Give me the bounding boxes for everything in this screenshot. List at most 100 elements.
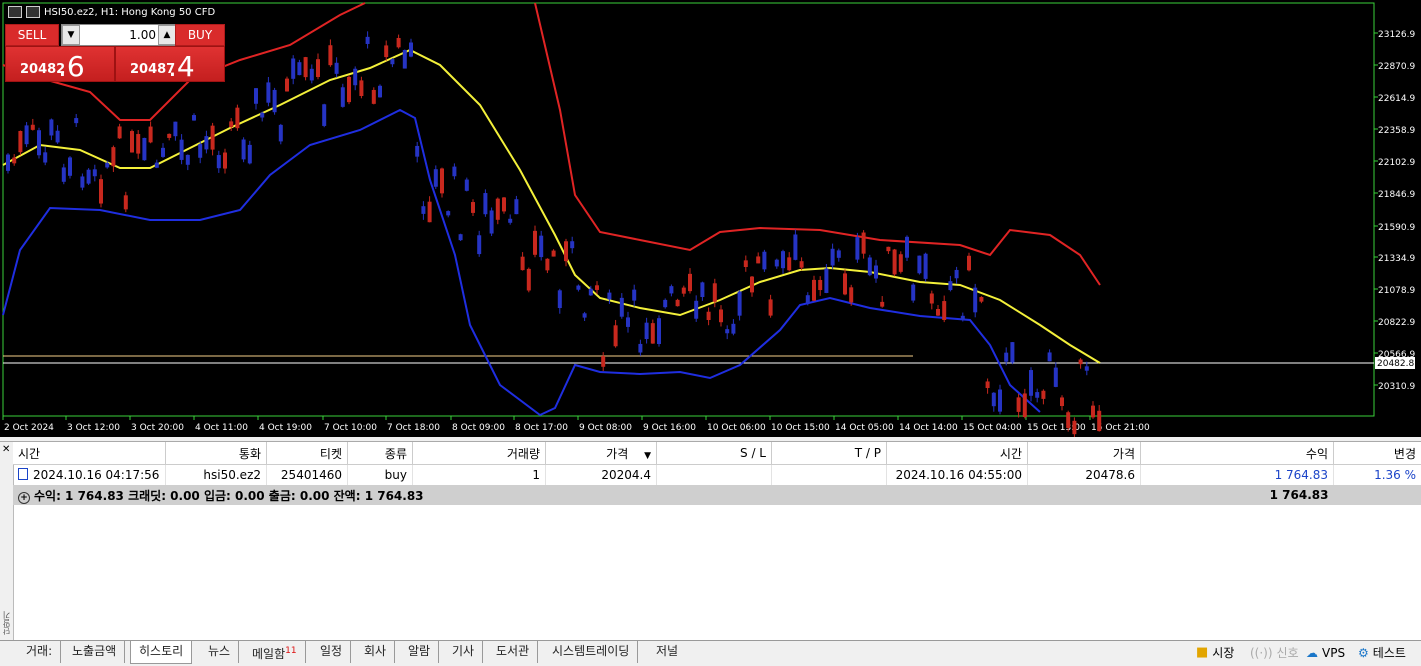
candle-body xyxy=(229,121,233,127)
candle-body xyxy=(589,289,593,296)
tab-journal[interactable]: 저널 xyxy=(648,641,686,663)
col-ticket[interactable]: 티켓 xyxy=(267,442,348,465)
tab-calendar[interactable]: 일정 xyxy=(312,641,351,663)
candle-body xyxy=(886,247,890,251)
candle-body xyxy=(837,250,841,257)
price-tick-label: 21334.9 xyxy=(1378,254,1415,264)
col-sl[interactable]: S / L xyxy=(657,442,772,465)
tab-news[interactable]: 뉴스 xyxy=(200,641,239,663)
candle-body xyxy=(459,234,463,240)
col-change[interactable]: 변경 xyxy=(1334,442,1421,465)
tab-library[interactable]: 도서관 xyxy=(488,641,538,663)
candle-body xyxy=(204,136,208,149)
candle-body xyxy=(694,301,698,319)
tab-company[interactable]: 회사 xyxy=(356,641,395,663)
candle-body xyxy=(843,273,847,294)
lot-decrease-icon[interactable]: ▼ xyxy=(62,25,80,45)
candle-body xyxy=(738,291,742,315)
candle-body xyxy=(173,122,177,137)
candle-body xyxy=(359,80,363,96)
candle-body xyxy=(124,195,128,209)
col-type[interactable]: 종류 xyxy=(348,442,413,465)
candle-body xyxy=(620,298,624,317)
vps-status[interactable]: ☁VPS xyxy=(1306,643,1345,663)
price-tick-label: 22102.9 xyxy=(1378,158,1415,168)
col-symbol[interactable]: 통화 xyxy=(166,442,267,465)
candle-body xyxy=(87,170,91,184)
candle-body xyxy=(775,260,779,267)
tab-history[interactable]: 히스토리 xyxy=(130,641,192,664)
time-tick-label: 4 Oct 19:00 xyxy=(259,423,312,433)
candle-body xyxy=(452,167,456,177)
buy-button[interactable]: BUY xyxy=(175,24,225,46)
candle-body xyxy=(347,77,351,102)
candle-body xyxy=(750,277,754,293)
candle-body xyxy=(12,158,16,164)
lot-value[interactable]: 1.00 xyxy=(82,25,156,45)
col-time-close[interactable]: 시간 xyxy=(887,442,1028,465)
candle-body xyxy=(285,79,289,92)
sell-price-button[interactable]: 20482 .6 xyxy=(5,46,115,82)
candle-body xyxy=(924,254,928,279)
candle-body xyxy=(1085,366,1089,370)
candle-body xyxy=(893,250,897,275)
col-tp[interactable]: T / P xyxy=(772,442,887,465)
price-tick-label: 23126.9 xyxy=(1378,30,1415,40)
lot-size-field[interactable]: ▼ 1.00 ▲ xyxy=(61,24,177,46)
candle-body xyxy=(62,167,66,181)
candle-body xyxy=(942,301,946,320)
expand-plus-icon[interactable]: + xyxy=(18,492,30,504)
candle-body xyxy=(948,281,952,290)
candle-body xyxy=(1066,412,1070,428)
candle-body xyxy=(1023,393,1027,417)
candle-body xyxy=(719,309,723,322)
candle-body xyxy=(149,127,153,143)
candle-body xyxy=(1017,397,1021,412)
price-tick-label: 21078.9 xyxy=(1378,286,1415,296)
close-icon[interactable]: ✕ xyxy=(2,444,10,455)
candle-body xyxy=(483,193,487,214)
signal-status[interactable]: ((·))신호 xyxy=(1250,643,1299,663)
candle-body xyxy=(186,155,190,165)
candle-body xyxy=(651,323,655,343)
tab-articles[interactable]: 기사 xyxy=(444,641,483,663)
tab-mailbox[interactable]: 메일함11 xyxy=(244,641,306,663)
document-icon xyxy=(18,468,28,480)
time-tick-label: 3 Oct 12:00 xyxy=(67,423,120,433)
sell-button[interactable]: SELL xyxy=(5,24,59,46)
tab-experts[interactable]: 시스템트레이딩 xyxy=(544,641,638,663)
candle-body xyxy=(762,252,766,270)
tab-exposure[interactable]: 노출금액 xyxy=(64,641,125,663)
lot-increase-icon[interactable]: ▲ xyxy=(158,25,176,45)
toolbox-side-strip: ✕ 단말기 xyxy=(0,442,14,641)
tester-status[interactable]: ⚙테스트 xyxy=(1358,643,1406,663)
tab-alerts[interactable]: 알람 xyxy=(400,641,439,663)
sell-price-fraction: .6 xyxy=(58,50,85,83)
candle-body xyxy=(440,168,444,193)
candle-body xyxy=(1010,342,1014,363)
col-profit[interactable]: 수익 xyxy=(1141,442,1334,465)
current-price-label: 20482.8 xyxy=(1377,359,1414,369)
market-status[interactable]: ■시장 xyxy=(1196,643,1234,663)
candle-body xyxy=(521,257,525,270)
candle-body xyxy=(601,356,605,367)
candle-body xyxy=(1004,353,1008,362)
buy-price-fraction: .4 xyxy=(168,50,195,83)
candle-body xyxy=(167,134,171,138)
candle-body xyxy=(1072,421,1076,434)
col-price-close[interactable]: 가격 xyxy=(1028,442,1141,465)
col-price-open[interactable]: 가격 ▼ xyxy=(546,442,657,465)
table-row[interactable]: 2024.10.16 04:17:56 hsi50.ez2 25401460 b… xyxy=(13,465,1421,486)
col-time-open[interactable]: 시간 xyxy=(13,442,166,465)
tab-trade[interactable]: 거래: xyxy=(18,641,61,663)
candle-body xyxy=(1079,359,1083,364)
candle-body xyxy=(979,297,983,302)
candle-body xyxy=(372,90,376,104)
candle-body xyxy=(614,325,618,346)
candle-body xyxy=(465,180,469,191)
candle-body xyxy=(533,231,537,255)
col-volume[interactable]: 거래량 xyxy=(413,442,546,465)
candle-body xyxy=(793,234,797,259)
buy-price-button[interactable]: 20487 .4 xyxy=(115,46,225,82)
price-chart[interactable]: 23126.922870.922614.922358.922102.921846… xyxy=(0,0,1421,437)
